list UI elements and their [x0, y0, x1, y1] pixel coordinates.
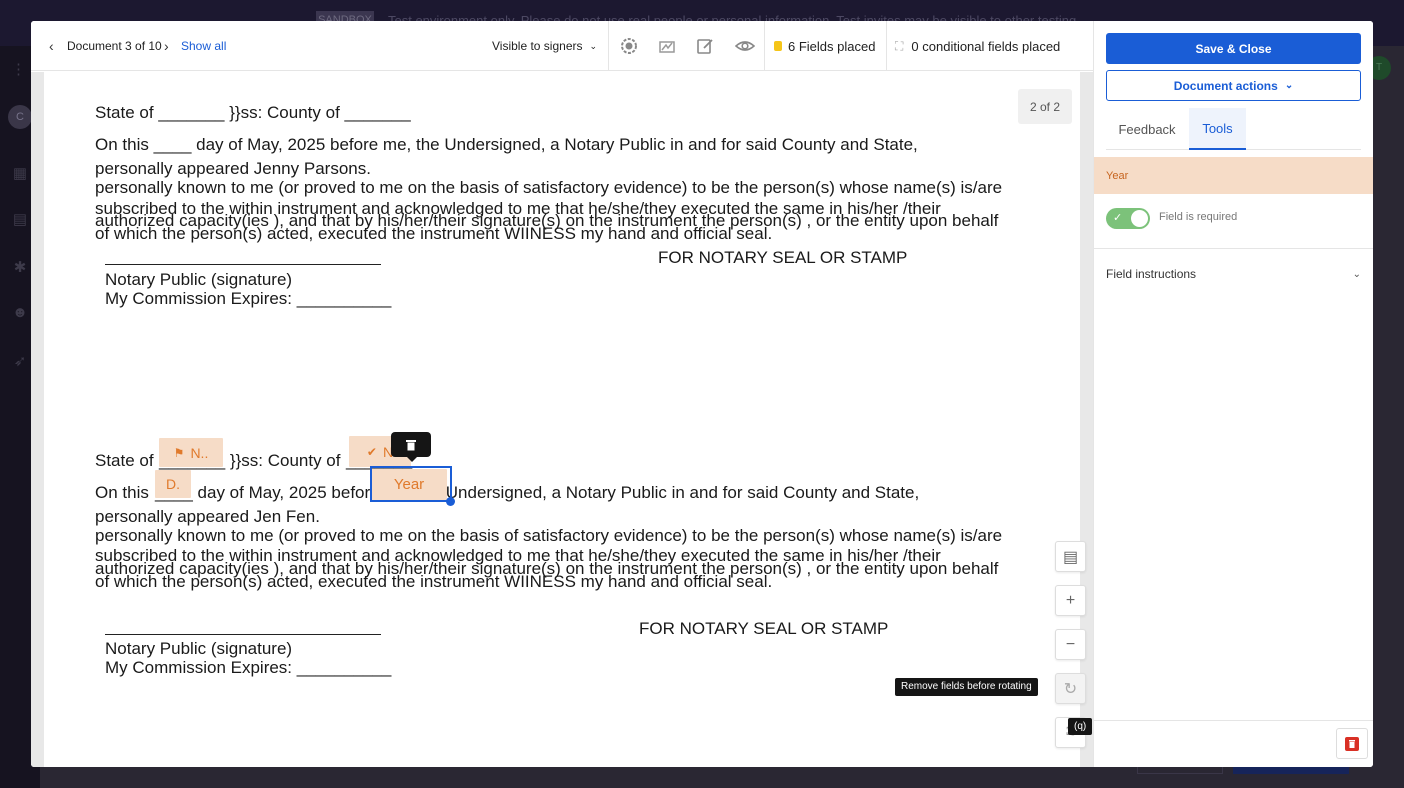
notary-signature-label: Notary Public (signature) — [105, 270, 293, 289]
edit-button[interactable] — [694, 21, 716, 71]
signature-tool-button[interactable] — [656, 21, 678, 71]
name-field[interactable]: ⚑ N.. — [159, 438, 223, 467]
gear-icon: ✱ — [13, 259, 27, 276]
fields-placed-indicator[interactable]: 6 Fields placed — [774, 21, 875, 71]
users-icon: ☻ — [12, 304, 28, 321]
toolbar-divider — [764, 21, 765, 71]
fullscreen-shortcut-tooltip: (q) — [1068, 718, 1093, 735]
delete-field-button[interactable] — [391, 432, 431, 462]
visibility-dropdown[interactable]: Visible to signers ⌄ — [492, 21, 597, 71]
on-this-line: ____ day of May, 2025 before me, the Und… — [155, 483, 920, 502]
panel-divider — [1094, 720, 1373, 721]
gear-icon — [618, 35, 640, 57]
plus-icon: + — [1065, 591, 1076, 609]
check-circle-icon: ✔ — [366, 444, 377, 459]
conditional-fields-label: 0 conditional fields placed — [911, 38, 1061, 54]
preview-button[interactable] — [734, 21, 756, 71]
calendar-icon: ▤ — [12, 211, 28, 228]
fields-placed-label: 6 Fields placed — [788, 38, 876, 54]
known-line: personally known to me (or proved to me … — [95, 526, 1003, 545]
document-page: State of _______ }}ss: County of _______… — [44, 72, 1093, 767]
commission-line: My Commission Expires: __________ — [105, 289, 392, 308]
check-icon: ✓ — [1113, 212, 1123, 224]
chevron-down-icon: ⌄ — [1352, 268, 1361, 280]
document-actions-label: Document actions — [1173, 78, 1278, 93]
signature-icon — [656, 35, 678, 57]
save-close-button[interactable]: Save & Close — [1106, 33, 1361, 64]
notary-signature-label: Notary Public (signature) — [105, 639, 293, 658]
state-line: State of _______ }}ss: County of _______ — [95, 103, 411, 122]
document-canvas: State of _______ }}ss: County of _______… — [31, 72, 1093, 767]
avatar: C — [8, 105, 32, 129]
next-document-button[interactable]: › — [164, 21, 169, 71]
eye-icon — [734, 35, 756, 57]
panel-divider — [1094, 248, 1373, 249]
chevron-down-icon: ⌄ — [589, 40, 598, 51]
field-color-icon — [774, 41, 782, 51]
notary-settings-button[interactable] — [618, 21, 640, 71]
field-instructions-label: Field instructions — [1106, 267, 1197, 281]
document-editor-modal: ‹ Document 3 of 10 › Show all Visible to… — [31, 21, 1373, 767]
apps-grid-icon: ⋮⋮ — [11, 61, 41, 78]
zoom-in-button[interactable]: + — [1055, 585, 1086, 616]
selected-field-name: Year — [1094, 157, 1373, 194]
dashboard-icon: ▦ — [12, 165, 28, 182]
document-actions-button[interactable]: Document actions ⌄ — [1106, 70, 1361, 101]
conditional-logic-icon: ⛶ — [895, 38, 904, 53]
day-field[interactable]: D. — [155, 470, 191, 498]
rocket-icon: ➶ — [13, 353, 27, 370]
minus-icon: − — [1065, 635, 1076, 653]
prev-document-button[interactable]: ‹ — [49, 21, 54, 71]
rotate-button[interactable]: ↻ — [1055, 673, 1086, 704]
toolbar-divider — [608, 21, 609, 71]
rotate-tooltip: Remove fields before rotating — [895, 678, 1038, 696]
tab-tools[interactable]: Tools — [1189, 108, 1246, 150]
editor-toolbar: ‹ Document 3 of 10 › Show all Visible to… — [31, 21, 1093, 71]
year-field-selection — [370, 466, 452, 502]
appeared-line: personally appeared Jen Fen. — [95, 507, 320, 526]
state-label: State of — [95, 451, 154, 470]
flag-icon: ⚑ — [173, 445, 185, 460]
of-which-line: of which the person(s) acted, executed t… — [95, 572, 773, 591]
on-this-line: On this ____ day of May, 2025 before me,… — [95, 135, 918, 154]
zoom-out-button[interactable]: − — [1055, 629, 1086, 660]
tab-feedback[interactable]: Feedback — [1106, 108, 1188, 150]
field-instructions-toggle[interactable]: Field instructions ⌄ — [1106, 265, 1361, 283]
rotate-icon: ↻ — [1063, 680, 1078, 698]
signature-underline — [105, 264, 381, 265]
known-line: personally known to me (or proved to me … — [95, 178, 1003, 197]
appeared-line: personally appeared Jenny Parsons. — [95, 159, 371, 178]
chevron-right-icon: › — [164, 38, 169, 54]
of-which-line: of which the person(s) acted, executed t… — [95, 224, 773, 243]
trash-icon — [1345, 736, 1359, 751]
field-required-toggle[interactable]: ✓ — [1106, 208, 1150, 229]
seal-label: FOR NOTARY SEAL OR STAMP — [658, 248, 908, 267]
name-field-label: N.. — [190, 444, 209, 461]
chevron-left-icon: ‹ — [49, 38, 54, 54]
seal-label: FOR NOTARY SEAL OR STAMP — [639, 619, 889, 638]
panel-tabs: Feedback Tools — [1106, 108, 1361, 150]
document-counter: Document 3 of 10 — [67, 39, 162, 53]
commission-line: My Commission Expires: __________ — [105, 658, 392, 677]
field-required-label: Field is required — [1159, 211, 1238, 223]
on-this-label: On this — [95, 483, 149, 502]
resize-handle[interactable] — [446, 497, 455, 506]
chevron-down-icon: ⌄ — [1284, 80, 1294, 91]
page-indicator: 2 of 2 — [1018, 89, 1072, 124]
visibility-label: Visible to signers — [492, 39, 583, 53]
trash-icon — [406, 439, 416, 450]
toggle-knob — [1131, 210, 1148, 227]
document-icon: ▤ — [1062, 548, 1079, 566]
edit-icon — [694, 35, 716, 57]
right-panel: Save & Close Document actions ⌄ Feedback… — [1093, 21, 1373, 767]
show-all-link[interactable]: Show all — [181, 21, 226, 71]
page-thumbnails-button[interactable]: ▤ — [1055, 541, 1086, 572]
toolbar-divider — [886, 21, 887, 71]
delete-field-panel-button[interactable] — [1336, 728, 1368, 759]
signature-underline — [105, 634, 381, 635]
conditional-fields-indicator[interactable]: ⛶ 0 conditional fields placed — [895, 21, 1060, 71]
